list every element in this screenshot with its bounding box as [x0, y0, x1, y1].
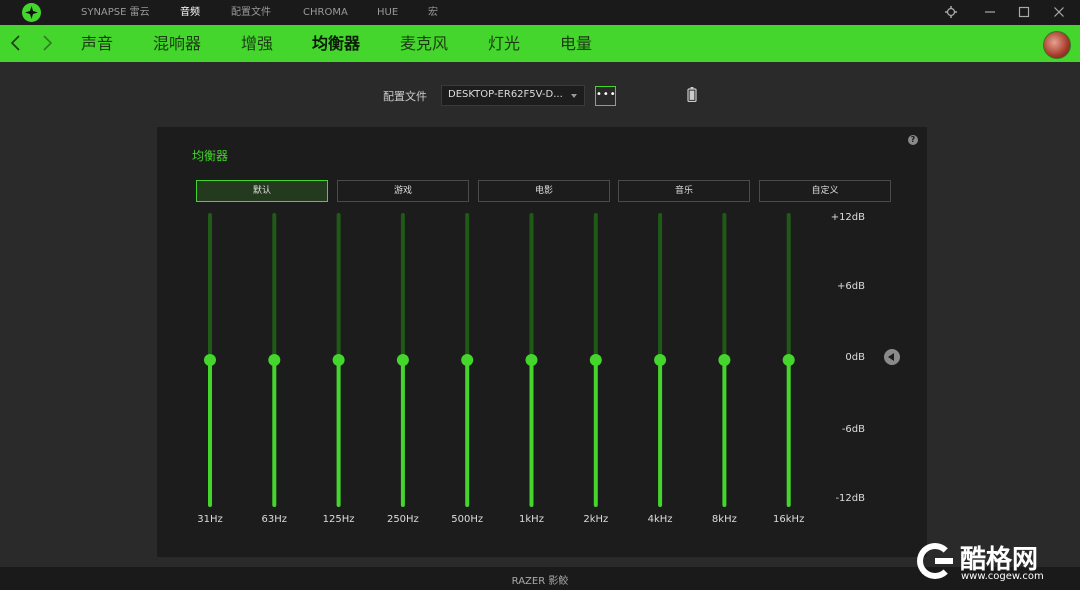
razer-logo-icon[interactable] — [22, 3, 41, 22]
eq-slider-31Hz[interactable] — [204, 213, 216, 507]
tab-mixer[interactable]: 混响器 — [153, 25, 201, 62]
watermark-logo-bar — [935, 558, 953, 564]
freq-label-1kHz: 1kHz — [519, 514, 544, 525]
eq-knob[interactable] — [268, 354, 281, 366]
freq-label-125Hz: 125Hz — [322, 514, 355, 525]
tab-power[interactable]: 电量 — [560, 25, 592, 62]
topnav-chroma[interactable]: CHROMA — [303, 0, 348, 25]
db-label-0: 0dB — [845, 352, 865, 363]
db-label-plus6: +6dB — [837, 281, 865, 292]
eq-knob[interactable] — [782, 354, 795, 366]
freq-label-250Hz: 250Hz — [386, 514, 419, 525]
profile-dropdown[interactable]: DESKTOP-ER62F5V-D... — [441, 85, 585, 106]
eq-knob[interactable] — [589, 354, 602, 366]
eq-slider-4kHz[interactable] — [654, 213, 667, 507]
eq-slider-125Hz[interactable] — [332, 213, 345, 507]
freq-label-4kHz: 4kHz — [647, 514, 673, 525]
topnav-synapse[interactable]: SYNAPSE 雷云 — [81, 0, 150, 25]
close-icon[interactable] — [1051, 4, 1067, 20]
equalizer-panel: ? 均衡器 默认 游戏 电影 音乐 自定义 +12dB +6dB 0dB -6d… — [157, 127, 927, 557]
freq-label-2kHz: 2kHz — [583, 514, 609, 525]
tab-sound[interactable]: 声音 — [81, 25, 113, 62]
eq-slider-500Hz[interactable] — [461, 213, 474, 507]
db-label-plus12: +12dB — [830, 212, 865, 223]
more-dots-icon: ••• — [596, 89, 617, 100]
eq-knob[interactable] — [461, 354, 474, 366]
profile-more-button[interactable]: ••• — [595, 86, 616, 106]
chevron-down-icon — [571, 94, 577, 98]
db-label-minus6: -6dB — [841, 424, 865, 435]
topnav-macro[interactable]: 宏 — [428, 0, 438, 25]
sub-nav-bar: 声音 混响器 增强 均衡器 麦克风 灯光 电量 — [0, 25, 1080, 62]
eq-knob[interactable] — [204, 354, 216, 366]
eq-slider-8kHz[interactable] — [718, 213, 731, 507]
settings-gear-icon[interactable] — [943, 4, 959, 20]
profile-dropdown-value: DESKTOP-ER62F5V-D... — [448, 89, 563, 100]
collapse-arrow-icon[interactable] — [884, 349, 900, 365]
user-avatar[interactable] — [1043, 31, 1071, 59]
freq-label-16kHz: 16kHz — [773, 514, 805, 525]
battery-icon — [687, 87, 697, 102]
topnav-profiles[interactable]: 配置文件 — [231, 0, 271, 25]
eq-slider-16kHz[interactable] — [782, 213, 795, 507]
eq-slider-2kHz[interactable] — [589, 213, 602, 507]
tab-enhance[interactable]: 增强 — [241, 25, 273, 62]
freq-label-63Hz: 63Hz — [261, 514, 288, 525]
eq-knob[interactable] — [654, 354, 667, 366]
freq-label-8kHz: 8kHz — [711, 514, 737, 525]
eq-knob[interactable] — [718, 354, 731, 366]
eq-knob[interactable] — [525, 354, 538, 366]
freq-label-31Hz: 31Hz — [197, 514, 223, 525]
tab-microphone[interactable]: 麦克风 — [400, 25, 448, 62]
freq-label-500Hz: 500Hz — [451, 514, 484, 525]
back-arrow-icon[interactable] — [9, 34, 23, 52]
eq-slider-250Hz[interactable] — [396, 213, 409, 507]
tab-equalizer[interactable]: 均衡器 — [312, 25, 360, 62]
db-label-minus12: -12dB — [835, 493, 865, 504]
title-bar: SYNAPSE 雷云 音频 配置文件 CHROMA HUE 宏 — [0, 0, 1080, 25]
watermark: 酷格网 www.cogew.com — [917, 540, 1077, 588]
topnav-hue[interactable]: HUE — [377, 0, 398, 25]
watermark-url: www.cogew.com — [961, 571, 1044, 582]
maximize-icon[interactable] — [1016, 4, 1032, 20]
eq-knob[interactable] — [396, 354, 409, 366]
topnav-audio[interactable]: 音频 — [180, 0, 200, 25]
tab-lighting[interactable]: 灯光 — [488, 25, 520, 62]
forward-arrow-icon[interactable] — [40, 34, 54, 52]
eq-knob[interactable] — [332, 354, 345, 366]
eq-slider-1kHz[interactable] — [525, 213, 538, 507]
minimize-icon[interactable] — [982, 4, 998, 20]
profile-label: 配置文件 — [383, 90, 427, 103]
eq-slider-63Hz[interactable] — [268, 213, 281, 507]
